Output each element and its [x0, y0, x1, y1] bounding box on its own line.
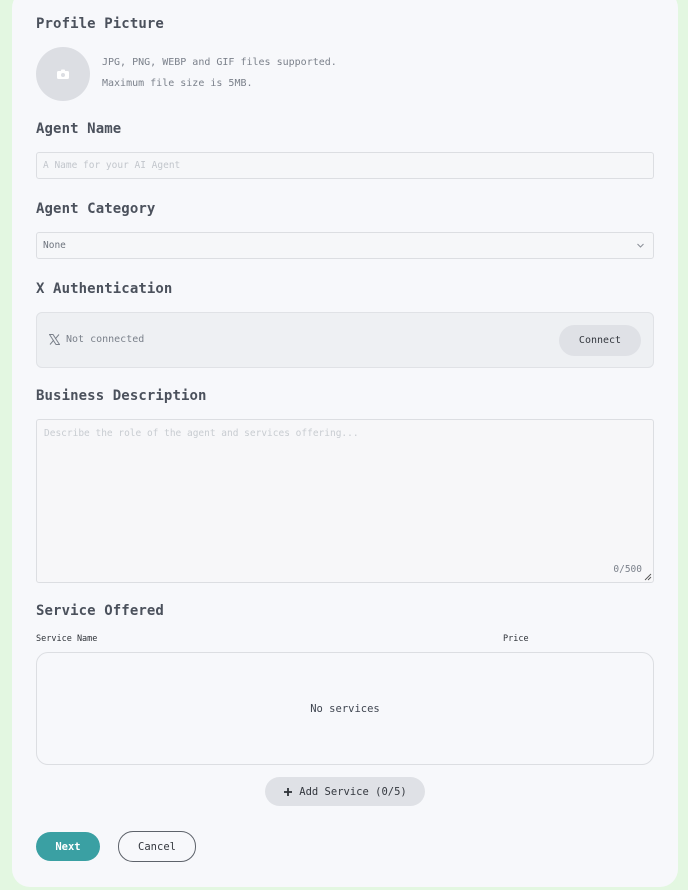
add-service-label: Add Service (0/5)	[299, 785, 407, 798]
price-column-header: Price	[503, 634, 529, 644]
services-heading: Service Offered	[36, 603, 164, 619]
agent-name-placeholder: A Name for your AI Agent	[43, 160, 181, 171]
agent-category-heading: Agent Category	[36, 201, 156, 217]
avatar-upload[interactable]	[36, 47, 90, 101]
next-button[interactable]: Next	[36, 832, 100, 861]
profile-hint-formats: JPG, PNG, WEBP and GIF files supported.	[102, 57, 337, 68]
x-auth-heading: X Authentication	[36, 281, 173, 297]
camera-icon	[57, 69, 69, 79]
service-name-column-header: Service Name	[36, 634, 98, 644]
x-logo-icon	[49, 334, 60, 345]
chevron-down-icon	[637, 243, 644, 248]
x-auth-status: Not connected	[66, 334, 145, 345]
business-description-textarea[interactable]: Describe the role of the agent and servi…	[36, 419, 654, 583]
agent-name-heading: Agent Name	[36, 121, 122, 137]
resize-handle-icon[interactable]	[644, 573, 652, 581]
business-description-placeholder: Describe the role of the agent and servi…	[44, 428, 359, 439]
business-description-heading: Business Description	[36, 388, 207, 404]
plus-icon	[284, 787, 293, 796]
character-counter: 0/500	[613, 564, 642, 575]
add-service-button[interactable]: Add Service (0/5)	[265, 777, 425, 806]
agent-category-select[interactable]: None	[36, 232, 654, 259]
cancel-button[interactable]: Cancel	[118, 831, 196, 862]
connect-button[interactable]: Connect	[559, 325, 641, 356]
agent-name-input[interactable]: A Name for your AI Agent	[36, 152, 654, 179]
empty-services-text: No services	[310, 702, 380, 715]
agent-category-value: None	[43, 240, 66, 251]
profile-hint-size: Maximum file size is 5MB.	[102, 78, 253, 89]
x-auth-panel: Not connected Connect	[36, 312, 654, 368]
profile-picture-heading: Profile Picture	[36, 16, 164, 32]
services-list: No services	[36, 652, 654, 765]
